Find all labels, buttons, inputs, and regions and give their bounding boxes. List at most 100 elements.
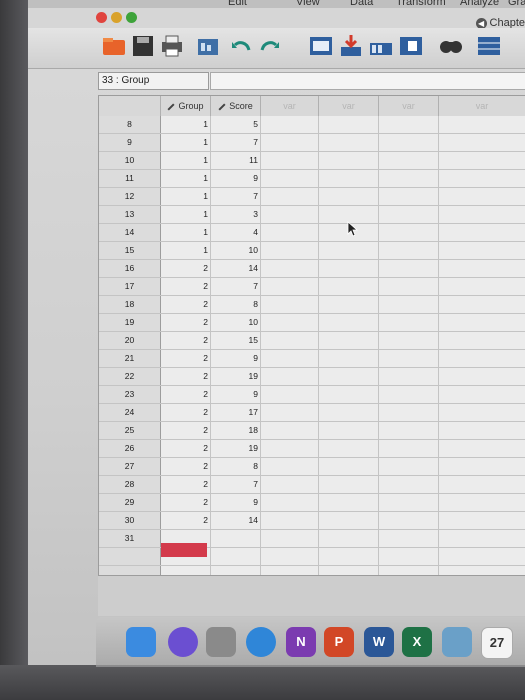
menu-transform[interactable]: Transform <box>396 0 446 8</box>
cell-score[interactable]: 18 <box>211 422 261 439</box>
cell-empty[interactable] <box>379 242 439 259</box>
cell-score[interactable]: 17 <box>211 404 261 421</box>
cell-empty[interactable] <box>439 134 525 151</box>
cell-score[interactable]: 10 <box>211 242 261 259</box>
cell-empty[interactable] <box>319 332 379 349</box>
cell-empty[interactable] <box>439 296 525 313</box>
cell-empty[interactable] <box>261 278 319 295</box>
dialog-recall-icon[interactable] <box>196 33 222 59</box>
column-header-var[interactable]: var <box>439 96 525 116</box>
row-number[interactable]: 21 <box>99 350 161 367</box>
goto-case-icon[interactable] <box>308 33 334 59</box>
cell-empty[interactable] <box>439 260 525 277</box>
cell-empty[interactable] <box>379 350 439 367</box>
cell-empty[interactable] <box>261 512 319 529</box>
row-number[interactable]: 15 <box>99 242 161 259</box>
cell-score[interactable]: 4 <box>211 224 261 241</box>
cell-empty[interactable] <box>261 332 319 349</box>
cell-group[interactable]: 2 <box>161 476 211 493</box>
cell-empty[interactable] <box>439 350 525 367</box>
cell-empty[interactable] <box>319 548 379 565</box>
cell-empty[interactable] <box>439 494 525 511</box>
cell-empty[interactable] <box>261 440 319 457</box>
cell-empty[interactable] <box>379 116 439 133</box>
column-header-group[interactable]: Group <box>161 96 211 116</box>
cell-empty[interactable] <box>319 440 379 457</box>
cell-score[interactable]: 5 <box>211 116 261 133</box>
cell-empty[interactable] <box>439 116 525 133</box>
cell-empty[interactable] <box>319 350 379 367</box>
cell-group[interactable]: 1 <box>161 170 211 187</box>
cell-group[interactable]: 1 <box>161 188 211 205</box>
cell-score[interactable]: 19 <box>211 440 261 457</box>
print-icon[interactable] <box>159 33 185 59</box>
cell-empty[interactable] <box>261 476 319 493</box>
cell-score[interactable]: 14 <box>211 260 261 277</box>
cell-empty[interactable] <box>379 170 439 187</box>
cell-empty[interactable] <box>319 458 379 475</box>
cell-empty[interactable] <box>439 332 525 349</box>
cell-empty[interactable] <box>439 422 525 439</box>
save-icon[interactable] <box>130 33 156 59</box>
row-number[interactable]: 16 <box>99 260 161 277</box>
cell-score[interactable]: 7 <box>211 476 261 493</box>
column-header-var[interactable]: var <box>261 96 319 116</box>
row-number[interactable]: 23 <box>99 386 161 403</box>
cell-empty[interactable] <box>379 314 439 331</box>
row-number[interactable]: 28 <box>99 476 161 493</box>
cell-group[interactable]: 1 <box>161 116 211 133</box>
cell-empty[interactable] <box>261 422 319 439</box>
cell-empty[interactable] <box>379 422 439 439</box>
row-number[interactable]: 22 <box>99 368 161 385</box>
cell-group[interactable]: 1 <box>161 224 211 241</box>
cell-score[interactable]: 7 <box>211 134 261 151</box>
row-number[interactable]: 17 <box>99 278 161 295</box>
cell-empty[interactable] <box>319 368 379 385</box>
cell-group[interactable]: 2 <box>161 386 211 403</box>
row-number[interactable]: 24 <box>99 404 161 421</box>
cell-group[interactable]: 2 <box>161 404 211 421</box>
row-number[interactable] <box>99 548 161 565</box>
row-number[interactable]: 25 <box>99 422 161 439</box>
cell-empty[interactable] <box>379 152 439 169</box>
cell-value-input[interactable] <box>210 72 525 90</box>
cell-empty[interactable] <box>379 476 439 493</box>
cell-empty[interactable] <box>319 476 379 493</box>
cell-empty[interactable] <box>439 512 525 529</box>
cell-group[interactable]: 1 <box>161 242 211 259</box>
cell-empty[interactable] <box>439 530 525 547</box>
cell-empty[interactable] <box>379 206 439 223</box>
cell-empty[interactable] <box>261 386 319 403</box>
cell-group[interactable]: 2 <box>161 314 211 331</box>
row-number[interactable]: 14 <box>99 224 161 241</box>
cell-empty[interactable] <box>439 368 525 385</box>
powerpoint-icon[interactable]: P <box>324 627 354 657</box>
cell-group[interactable]: 2 <box>161 350 211 367</box>
cell-score[interactable]: 19 <box>211 368 261 385</box>
cell-empty[interactable] <box>439 440 525 457</box>
cell-empty[interactable] <box>439 188 525 205</box>
safari-icon[interactable] <box>246 627 276 657</box>
cell-empty[interactable] <box>439 242 525 259</box>
cell-empty[interactable] <box>211 548 261 565</box>
cell-empty[interactable] <box>319 530 379 547</box>
cell-empty[interactable] <box>319 494 379 511</box>
cell-empty[interactable] <box>319 512 379 529</box>
cell-score[interactable]: 9 <box>211 494 261 511</box>
cell-empty[interactable] <box>261 494 319 511</box>
cell-empty[interactable] <box>439 278 525 295</box>
cell-empty[interactable] <box>439 206 525 223</box>
launchpad-icon[interactable] <box>206 627 236 657</box>
cell-empty[interactable] <box>439 170 525 187</box>
undo-icon[interactable] <box>229 33 255 59</box>
cell-score[interactable]: 9 <box>211 170 261 187</box>
cell-empty[interactable] <box>261 224 319 241</box>
corner-cell[interactable] <box>99 96 161 116</box>
insert-cases-icon[interactable] <box>476 33 502 59</box>
menu-analyze[interactable]: Analyze <box>460 0 499 8</box>
cell-empty[interactable] <box>319 386 379 403</box>
onenote-icon[interactable]: N <box>286 627 316 657</box>
row-number[interactable]: 27 <box>99 458 161 475</box>
cell-empty[interactable] <box>319 260 379 277</box>
cell-group[interactable]: 2 <box>161 368 211 385</box>
